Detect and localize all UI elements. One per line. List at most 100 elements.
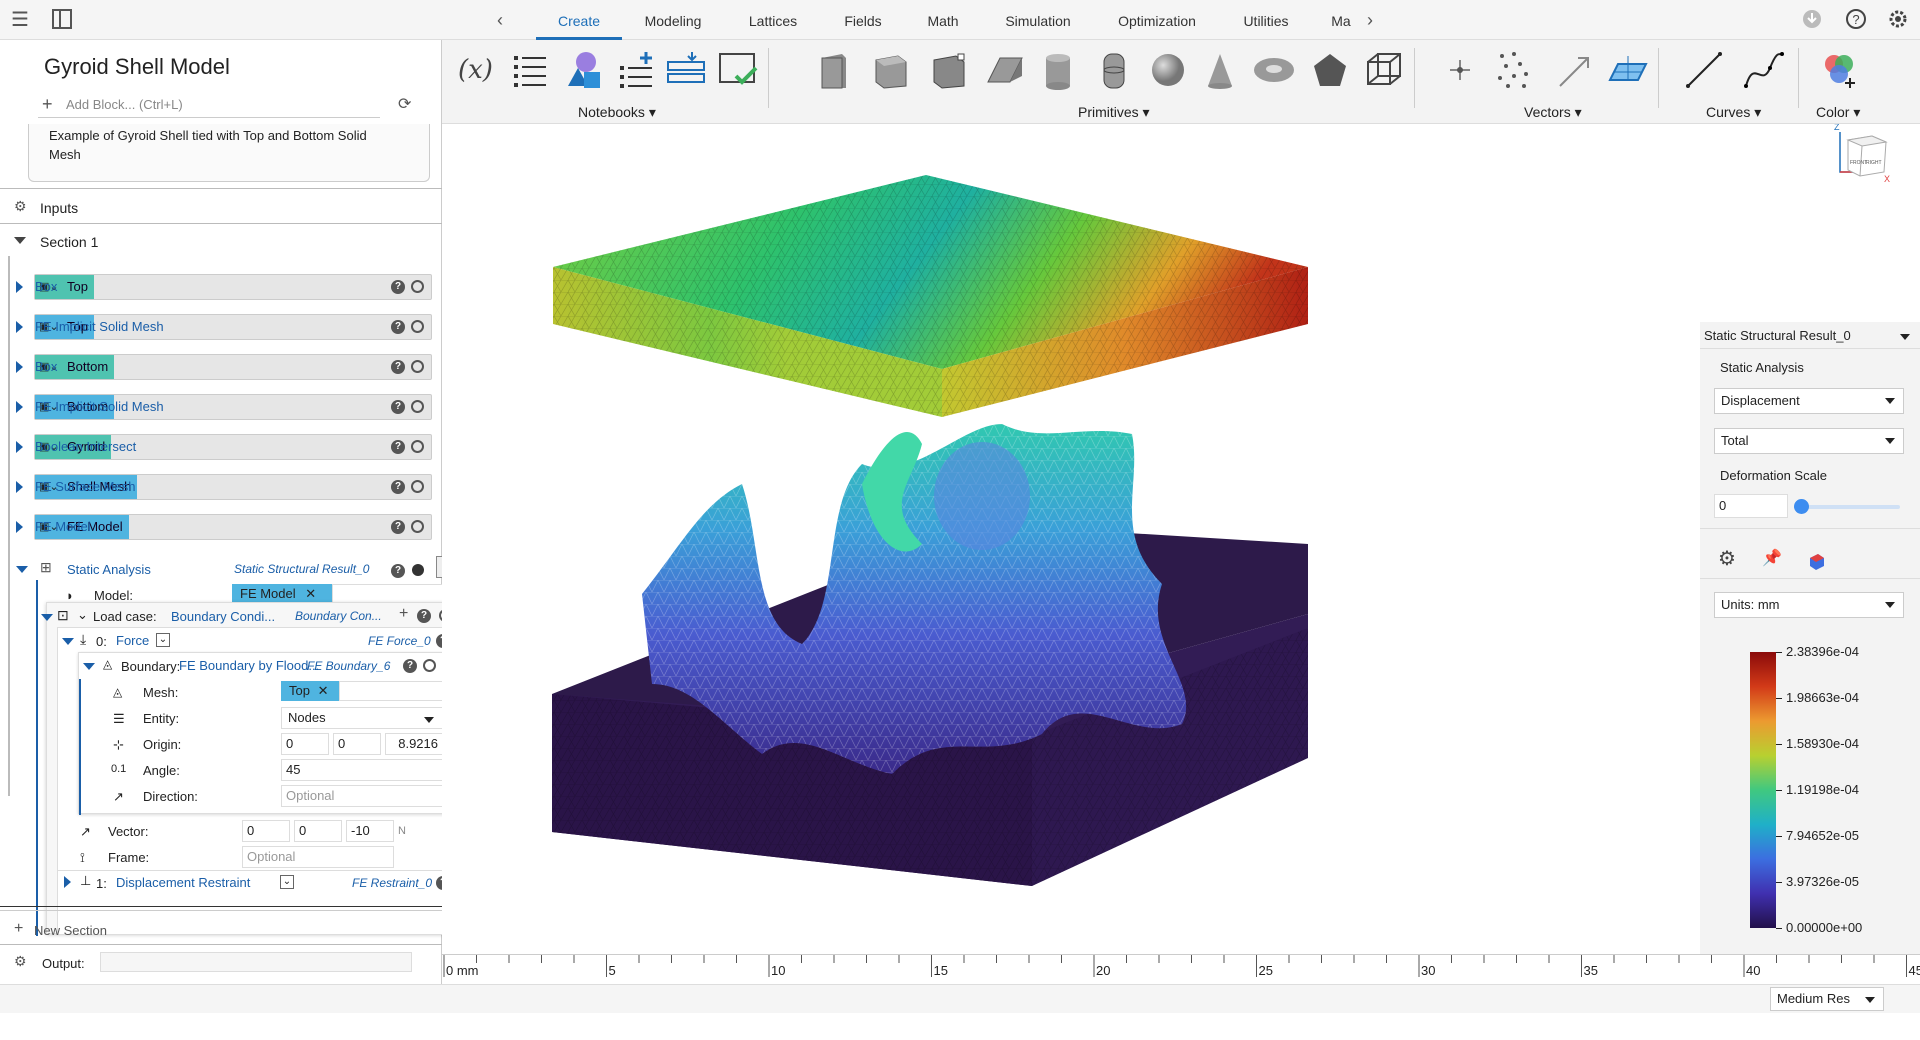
block-expand-icon[interactable] [16, 481, 23, 493]
point-cloud-icon[interactable] [1492, 48, 1536, 92]
block-card[interactable]: Shell Mesh▣⌄FE Surface Mesh? [34, 474, 432, 500]
block-expand-icon[interactable] [16, 441, 23, 453]
section-1-header[interactable]: Section 1 [40, 234, 98, 250]
origin-z-input[interactable]: 8.9216 [385, 733, 443, 755]
block-type-label[interactable]: Box [35, 355, 57, 379]
color-map-icon[interactable] [1808, 552, 1824, 568]
restraint-name[interactable]: Displacement Restraint [116, 875, 250, 890]
3d-viewport[interactable]: Z X FRONT RIGHT [442, 124, 1920, 954]
vector-arrow-icon[interactable] [1552, 48, 1596, 92]
tab-more[interactable]: Ma [1326, 0, 1356, 40]
block-row[interactable]: Top▣⌄FE Implicit Solid Mesh? [0, 314, 442, 340]
tab-math[interactable]: Math [910, 0, 976, 40]
angle-input[interactable]: 45 [281, 759, 443, 781]
variable-icon[interactable]: (x) [458, 48, 502, 92]
load-case-help-icon[interactable]: ? [417, 609, 431, 623]
block-card[interactable]: Top▣⌄Box? [34, 274, 432, 300]
force-collapse-icon[interactable] [62, 638, 74, 645]
tab-create[interactable]: Create [536, 0, 622, 40]
mesh-render[interactable] [442, 124, 1920, 954]
block-status-icon[interactable] [411, 480, 424, 493]
block-card[interactable]: Bottom▣⌄Box? [34, 354, 432, 380]
box-icon[interactable] [812, 48, 856, 92]
boundary-value[interactable]: FE Boundary by Flood... [179, 658, 319, 673]
block-status-icon[interactable] [411, 400, 424, 413]
direction-input[interactable]: Optional [281, 785, 443, 807]
boundary-status-icon[interactable] [423, 659, 436, 672]
frame-input[interactable]: Optional [242, 846, 394, 868]
refresh-icon[interactable]: ⟳ [398, 94, 411, 114]
load-case-chevron-icon[interactable]: ⌄ [77, 607, 88, 623]
analysis-help-icon[interactable]: ? [391, 564, 405, 578]
component-select[interactable]: Total [1714, 428, 1904, 454]
deformation-slider-track[interactable] [1800, 505, 1900, 509]
color-group-label[interactable]: Color ▾ [1816, 104, 1860, 121]
restraint-dropdown-icon[interactable]: ⌄ [280, 875, 294, 889]
vector-x-input[interactable]: 0 [242, 820, 290, 842]
block-row[interactable]: Bottom▣⌄Box? [0, 354, 442, 380]
add-list-icon[interactable] [614, 48, 658, 92]
block-row[interactable]: FE Model▣⌄FE Model? [0, 514, 442, 540]
restraint-expand-icon[interactable] [64, 876, 71, 888]
pin-icon[interactable]: 📌 [1762, 548, 1782, 568]
sphere-icon[interactable] [1146, 48, 1190, 92]
color-icon[interactable] [1816, 48, 1860, 92]
block-expand-icon[interactable] [16, 321, 23, 333]
block-help-icon[interactable]: ? [391, 280, 405, 294]
cylinder-icon[interactable] [1036, 48, 1080, 92]
checklist-icon[interactable] [716, 48, 760, 92]
block-type-label[interactable]: Box [35, 275, 57, 299]
origin-y-input[interactable]: 0 [333, 733, 381, 755]
entity-select[interactable]: Nodes [281, 707, 443, 729]
results-settings-icon[interactable]: ⚙ [1718, 546, 1736, 571]
block-card[interactable]: Gyroid▣⌄Boolean Intersect? [34, 434, 432, 460]
units-select[interactable]: Units: mm [1714, 592, 1904, 618]
block-expand-icon[interactable] [16, 361, 23, 373]
mesh-chip-remove-icon[interactable]: ✕ [318, 683, 329, 698]
block-type-label[interactable]: FE Model [35, 515, 91, 539]
mesh-chip[interactable]: Top ✕ [281, 681, 339, 701]
tabs-scroll-right-icon[interactable]: › [1358, 8, 1382, 32]
help-icon[interactable]: ? [1844, 8, 1868, 32]
block-help-icon[interactable]: ? [391, 320, 405, 334]
quantity-select[interactable]: Displacement [1714, 388, 1904, 414]
block-row[interactable]: Top▣⌄Box? [0, 274, 442, 300]
new-section-button[interactable]: New Section [34, 923, 107, 938]
tabs-scroll-left-icon[interactable]: ‹ [488, 8, 512, 32]
download-icon[interactable] [1800, 8, 1824, 32]
notebooks-group-label[interactable]: Notebooks ▾ [578, 104, 656, 121]
model-chip-remove-icon[interactable]: ✕ [305, 586, 316, 601]
capsule-icon[interactable] [1092, 48, 1136, 92]
block-help-icon[interactable]: ? [391, 520, 405, 534]
primitives-group-label[interactable]: Primitives ▾ [1078, 104, 1150, 121]
block-type-label[interactable]: Boolean Intersect [35, 435, 136, 459]
tab-fields[interactable]: Fields [830, 0, 896, 40]
block-help-icon[interactable]: ? [391, 400, 405, 414]
plane-icon[interactable] [1606, 48, 1650, 92]
point-icon[interactable] [1438, 48, 1482, 92]
block-row[interactable]: Shell Mesh▣⌄FE Surface Mesh? [0, 474, 442, 500]
curves-group-label[interactable]: Curves ▾ [1706, 104, 1761, 121]
block-help-icon[interactable]: ? [391, 480, 405, 494]
insert-list-icon[interactable] [664, 48, 708, 92]
settings-icon[interactable] [1886, 8, 1910, 32]
model-title[interactable]: Gyroid Shell Model [44, 54, 230, 80]
load-case-value[interactable]: Boundary Condi... [171, 609, 275, 624]
block-type-label[interactable]: FE Implicit Solid Mesh [35, 315, 164, 339]
tab-simulation[interactable]: Simulation [990, 0, 1086, 40]
inputs-header[interactable]: Inputs [40, 200, 78, 216]
spline-icon[interactable] [1742, 48, 1786, 92]
torus-icon[interactable] [1252, 48, 1296, 92]
tab-lattices[interactable]: Lattices [728, 0, 818, 40]
block-status-icon[interactable] [411, 320, 424, 333]
vector-y-input[interactable]: 0 [294, 820, 342, 842]
deformation-input[interactable]: 0 [1714, 494, 1788, 518]
block-help-icon[interactable]: ? [391, 440, 405, 454]
block-status-icon[interactable] [411, 520, 424, 533]
section-collapse-icon[interactable] [14, 237, 26, 244]
shapes-icon[interactable] [562, 48, 606, 92]
cone-icon[interactable] [1198, 48, 1242, 92]
results-title[interactable]: Static Structural Result_0 [1704, 328, 1851, 343]
results-collapse-icon[interactable] [1900, 334, 1910, 340]
block-help-icon[interactable]: ? [391, 360, 405, 374]
